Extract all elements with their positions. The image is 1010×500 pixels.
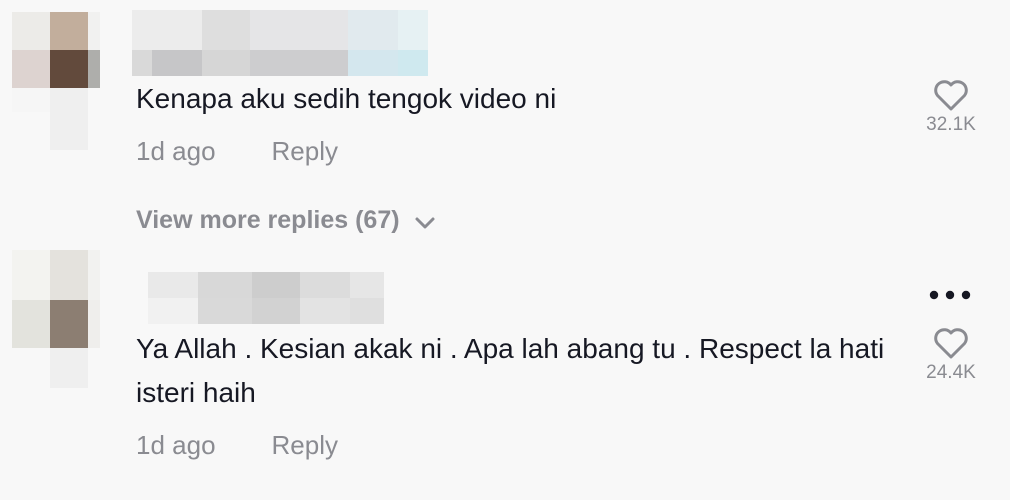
heart-icon[interactable] <box>932 326 970 360</box>
more-horizontal-icon[interactable] <box>928 288 972 302</box>
like-button[interactable]: 32.1K <box>912 78 990 136</box>
username-blurred[interactable] <box>132 272 384 324</box>
comment-meta: 1d ago Reply <box>136 136 338 167</box>
view-more-replies-button[interactable]: View more replies (67) <box>136 206 436 235</box>
avatar-blurred[interactable] <box>12 12 100 150</box>
like-count: 24.4K <box>926 362 976 383</box>
heart-icon[interactable] <box>932 78 970 112</box>
comment-text: Ya Allah . Kesian akak ni . Apa lah aban… <box>136 333 885 408</box>
comment-timestamp: 1d ago <box>136 136 216 166</box>
comment-item: Kenapa aku sedih tengok video ni 1d ago … <box>0 0 1010 200</box>
like-count: 32.1K <box>926 114 976 135</box>
comment-item: Ya Allah . Kesian akak ni . Apa lah aban… <box>0 248 1010 500</box>
comment-text: Kenapa aku sedih tengok video ni <box>136 83 557 114</box>
username-blurred[interactable] <box>132 10 428 76</box>
view-more-replies-label: View more replies (67) <box>136 206 400 234</box>
avatar-blurred[interactable] <box>12 250 100 388</box>
like-button[interactable]: 24.4K <box>912 326 990 384</box>
reply-button[interactable]: Reply <box>272 430 338 461</box>
reply-button[interactable]: Reply <box>272 136 338 167</box>
comment-meta: 1d ago Reply <box>136 430 338 461</box>
chevron-down-icon <box>415 217 435 228</box>
comment-timestamp: 1d ago <box>136 430 216 460</box>
